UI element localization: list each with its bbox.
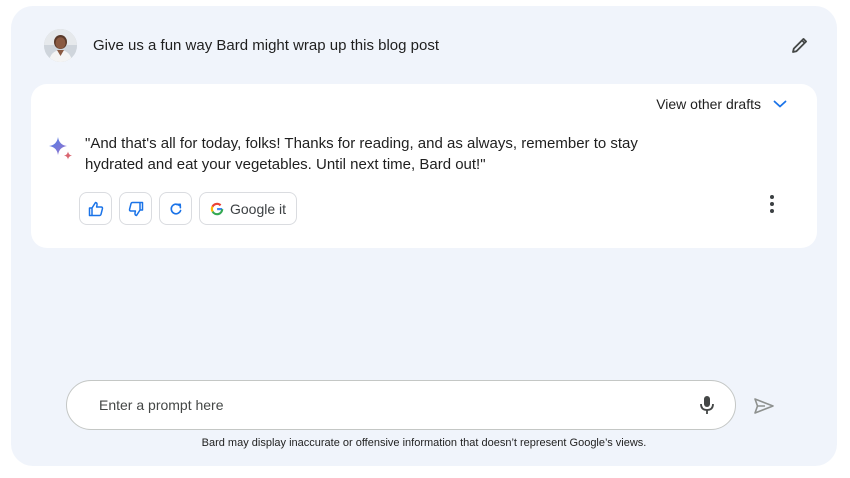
response-card: View other drafts "And that's all for to… [31, 84, 817, 248]
view-other-drafts-button[interactable]: View other drafts [656, 96, 787, 112]
pencil-icon [792, 38, 807, 53]
mic-button[interactable] [695, 393, 719, 417]
send-icon [754, 398, 774, 414]
edit-query-button[interactable] [787, 32, 813, 58]
thumbs-down-icon [128, 201, 143, 216]
user-avatar [44, 28, 77, 62]
user-query: Give us a fun way Bard might wrap up thi… [44, 28, 813, 62]
sparkle-icon [49, 137, 72, 160]
regenerate-button[interactable] [159, 192, 192, 225]
prompt-bar [66, 380, 736, 430]
google-g-icon [210, 202, 224, 215]
response-text: "And that's all for today, folks! Thanks… [85, 135, 638, 173]
query-text: Give us a fun way Bard might wrap up thi… [93, 36, 440, 54]
send-button[interactable] [752, 394, 776, 418]
chevron-down-icon [773, 100, 787, 108]
thumbs-up-icon [88, 201, 103, 216]
disclaimer-text: Bard may display inaccurate or offensive… [201, 437, 647, 449]
more-vert-icon [770, 195, 774, 199]
like-button[interactable] [79, 192, 112, 225]
chat-panel: Give us a fun way Bard might wrap up thi… [11, 6, 837, 466]
prompt-input[interactable] [97, 396, 661, 414]
response-actions: Google it [79, 192, 298, 225]
dislike-button[interactable] [119, 192, 152, 225]
google-it-button[interactable]: Google it [199, 192, 298, 225]
more-options-button[interactable] [765, 192, 779, 216]
google-it-label: Google it [230, 200, 287, 217]
view-drafts-label: View other drafts [656, 96, 761, 112]
mic-icon [700, 396, 714, 414]
refresh-icon [169, 202, 181, 214]
